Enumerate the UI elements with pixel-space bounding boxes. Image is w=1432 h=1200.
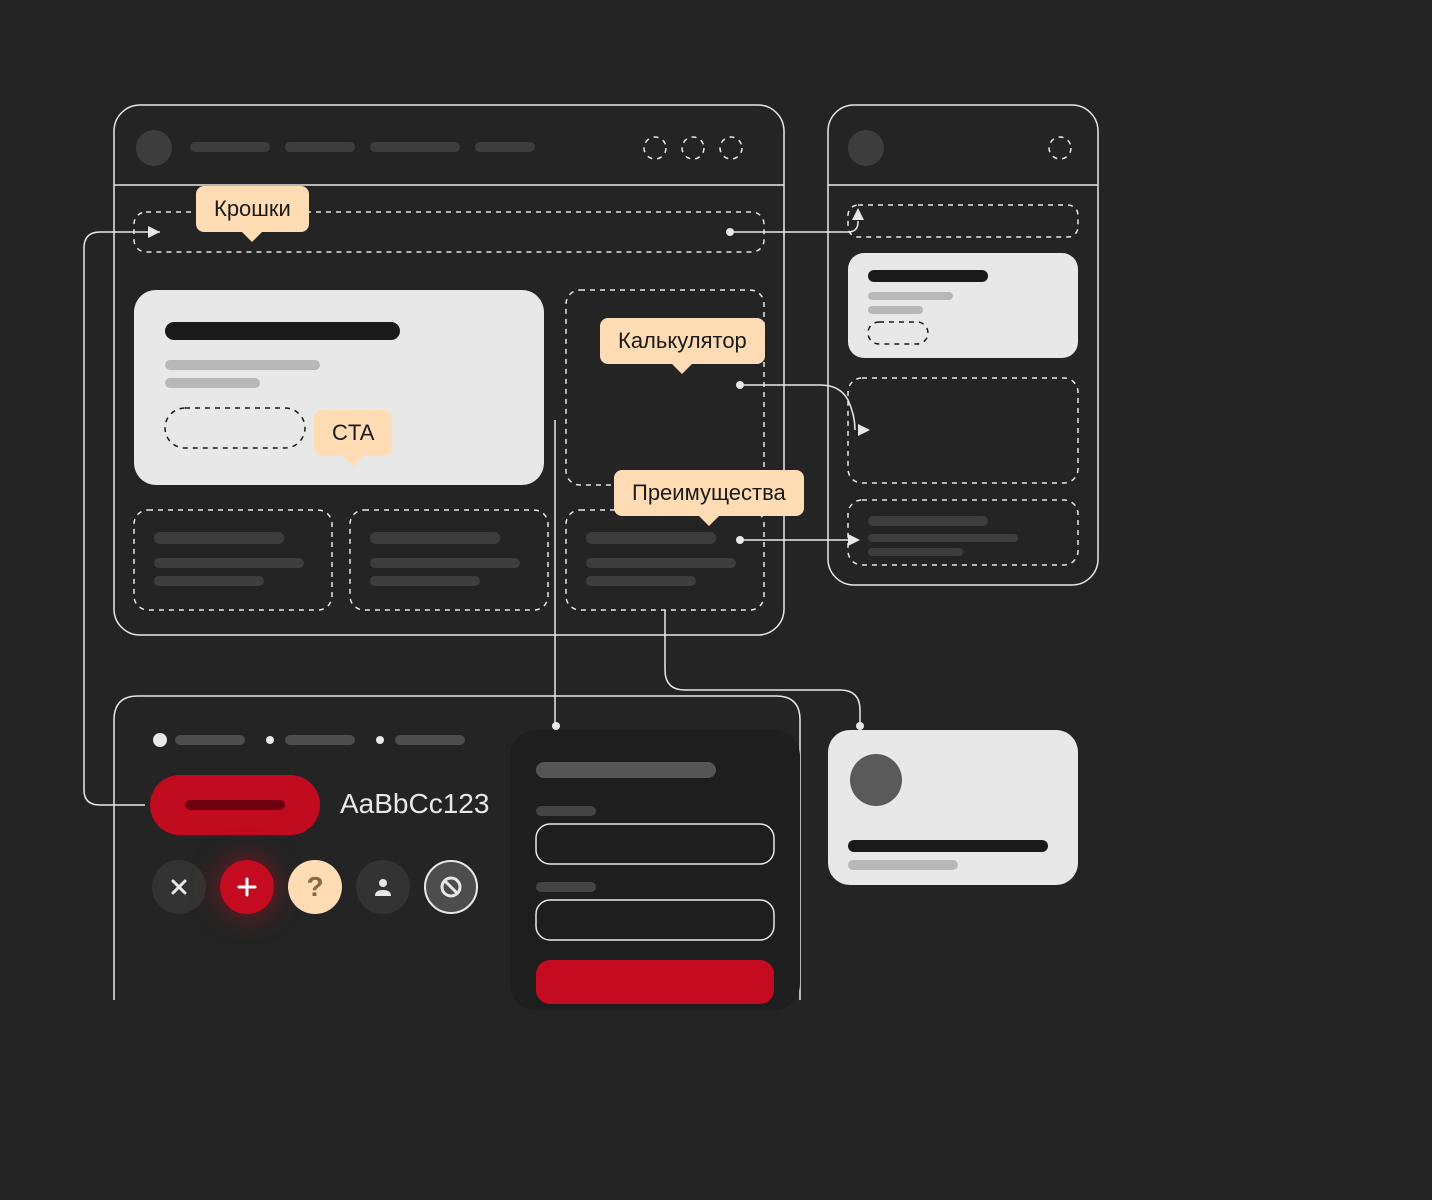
tooltip-breadcrumbs: Крошки: [196, 186, 309, 232]
typography-sample: AaBbCc123: [340, 788, 489, 820]
close-icon[interactable]: [152, 860, 206, 914]
tooltip-cta: CTA: [314, 410, 392, 456]
user-icon[interactable]: [356, 860, 410, 914]
question-icon[interactable]: ?: [288, 860, 342, 914]
tooltip-calculator: Калькулятор: [600, 318, 765, 364]
plus-icon[interactable]: [220, 860, 274, 914]
form-submit-button[interactable]: [536, 960, 774, 1004]
ban-icon[interactable]: [424, 860, 478, 914]
tooltip-benefits: Преимущества: [614, 470, 804, 516]
